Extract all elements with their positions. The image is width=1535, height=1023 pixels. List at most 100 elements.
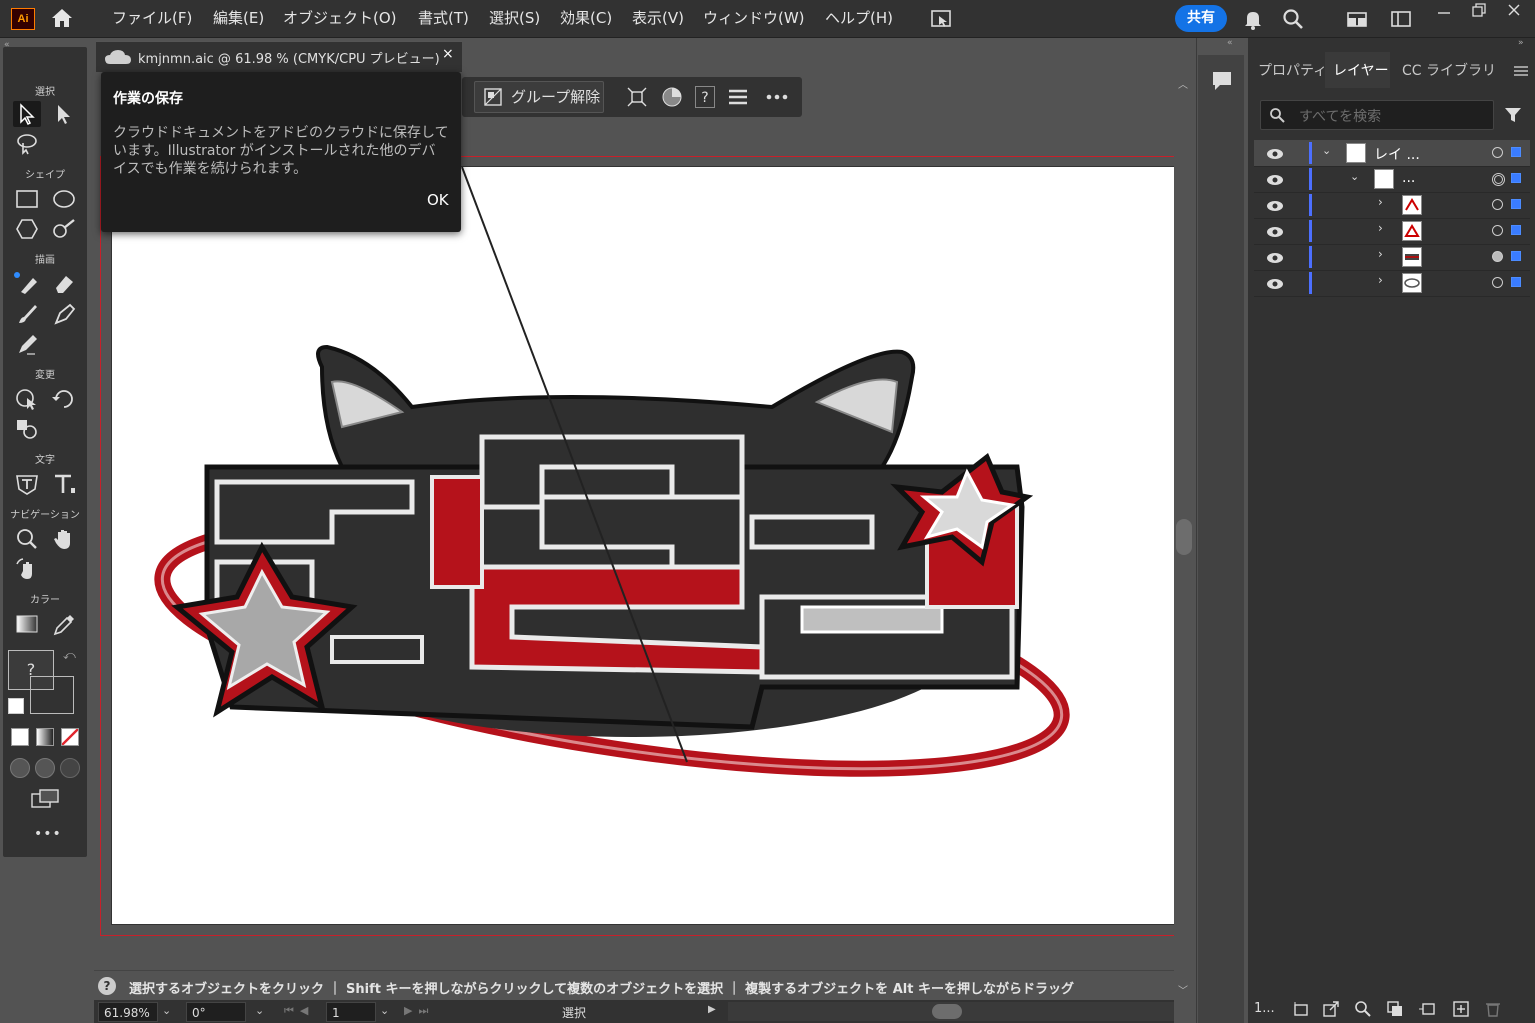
rotation-dropdown-icon[interactable]: ⌄ — [255, 1004, 264, 1017]
delete-icon[interactable] — [1484, 1000, 1502, 1018]
menu-help[interactable]: ヘルプ(H) — [825, 7, 893, 28]
visibility-eye-icon[interactable] — [1266, 198, 1284, 212]
direct-selection-tool-icon[interactable] — [50, 101, 78, 127]
tab-properties[interactable]: プロパティ — [1258, 60, 1327, 80]
paintbrush-tool-icon[interactable] — [13, 301, 41, 327]
group-name[interactable]: ... — [1402, 170, 1415, 186]
workspace-switcher-icon[interactable] — [1390, 8, 1412, 30]
artboard-dropdown-icon[interactable]: ⌄ — [380, 1004, 389, 1017]
arrange-documents-icon[interactable] — [1346, 8, 1368, 30]
visibility-eye-icon[interactable] — [1266, 172, 1284, 186]
edit-toolbar-icon[interactable]: ••• — [34, 826, 62, 842]
share-button[interactable]: 共有 — [1175, 5, 1227, 32]
touch-workspace-icon[interactable] — [930, 8, 952, 30]
visibility-eye-icon[interactable] — [1266, 146, 1284, 160]
screen-mode-icon[interactable] — [30, 788, 60, 810]
properties-menu-icon[interactable] — [727, 86, 749, 108]
layer-row[interactable]: ⌄ レイ ... — [1254, 140, 1530, 167]
puppet-warp-tool-icon[interactable] — [13, 386, 41, 412]
artboard[interactable] — [111, 166, 1175, 925]
menu-window[interactable]: ウィンドウ(W) — [703, 7, 805, 28]
collapse-panel-icon[interactable]: » — [1518, 38, 1524, 48]
search-icon[interactable] — [1282, 8, 1304, 30]
pen-tool-icon[interactable] — [13, 270, 41, 296]
visibility-eye-icon[interactable] — [1266, 224, 1284, 238]
logo-artwork[interactable] — [112, 166, 1175, 924]
selection-indicator[interactable] — [1511, 199, 1521, 209]
export-icon[interactable] — [1322, 1000, 1340, 1018]
selection-indicator[interactable] — [1511, 225, 1521, 235]
expand-dock-icon[interactable]: « — [1227, 38, 1233, 48]
target-circle-icon[interactable] — [1492, 277, 1503, 288]
type-tool-icon[interactable] — [50, 471, 78, 497]
more-options-icon[interactable] — [764, 86, 790, 108]
scroll-down-icon[interactable]: ﹀ — [1178, 982, 1188, 997]
target-circle-icon[interactable] — [1492, 173, 1505, 186]
menu-effect[interactable]: 効果(C) — [560, 7, 612, 28]
shape-builder-tool-icon[interactable] — [13, 416, 41, 442]
stroke-swatch[interactable] — [30, 676, 74, 714]
expand-chevron-icon[interactable]: › — [1378, 273, 1383, 287]
horizontal-scrollbar[interactable] — [728, 1002, 1174, 1021]
rotation-field[interactable]: 0° — [186, 1002, 246, 1022]
new-sublayer-icon[interactable] — [1418, 1000, 1436, 1018]
recolor-icon[interactable] — [661, 86, 683, 108]
visibility-eye-icon[interactable] — [1266, 250, 1284, 264]
zoom-field[interactable]: 61.98% — [98, 1002, 158, 1022]
layer-row[interactable]: › — [1254, 192, 1530, 219]
isolate-icon[interactable] — [626, 86, 648, 108]
none-mode-icon[interactable] — [61, 728, 79, 746]
collapse-chevron-icon[interactable]: ⌄ — [1322, 144, 1331, 157]
visibility-eye-icon[interactable] — [1266, 276, 1284, 290]
hint-help-icon[interactable]: ? — [98, 977, 116, 995]
target-circle-icon[interactable] — [1492, 251, 1503, 262]
ungroup-button[interactable]: グループ解除 — [474, 81, 604, 113]
color-mode-icon[interactable] — [11, 728, 29, 746]
bell-icon[interactable] — [1242, 8, 1264, 30]
pencil-tool-icon[interactable] — [13, 331, 41, 357]
clipping-mask-icon[interactable] — [1386, 1000, 1404, 1018]
filter-icon[interactable] — [1504, 106, 1522, 124]
selection-indicator[interactable] — [1511, 251, 1521, 261]
help-icon[interactable]: ? — [695, 86, 715, 108]
collapse-chevron-icon[interactable]: ⌄ — [1350, 170, 1359, 183]
popover-ok-button[interactable]: OK — [427, 191, 449, 209]
artboard-prev-icons[interactable]: ⏮◀ — [284, 1004, 314, 1018]
target-circle-icon[interactable] — [1492, 199, 1503, 210]
selection-tool-icon[interactable] — [13, 101, 41, 127]
horizontal-scroll-thumb[interactable] — [932, 1004, 962, 1019]
menu-view[interactable]: 表示(V) — [632, 7, 684, 28]
collect-for-export-icon[interactable] — [1292, 1000, 1310, 1018]
layer-row[interactable]: › — [1254, 218, 1530, 245]
rotate-tool-icon[interactable] — [50, 386, 78, 412]
target-circle-icon[interactable] — [1492, 225, 1503, 236]
ellipse-tool-icon[interactable] — [50, 186, 78, 212]
home-icon[interactable] — [50, 8, 74, 28]
close-icon[interactable] — [1506, 2, 1522, 18]
hand-tool-icon[interactable] — [50, 526, 78, 552]
selection-indicator[interactable] — [1511, 277, 1521, 287]
layer-row[interactable]: ⌄ ... — [1254, 166, 1530, 193]
minimize-icon[interactable] — [1436, 2, 1452, 18]
lasso-tool-icon[interactable] — [13, 131, 41, 157]
document-close-icon[interactable]: × — [442, 46, 454, 62]
default-colors-icon[interactable] — [8, 698, 24, 714]
target-circle-icon[interactable] — [1492, 147, 1503, 158]
draw-normal-icon[interactable] — [10, 758, 30, 778]
layer-row[interactable]: › — [1254, 270, 1530, 297]
layer-row[interactable]: › — [1254, 244, 1530, 271]
vertical-scroll-thumb[interactable] — [1176, 519, 1192, 555]
eyedropper-tool-icon[interactable] — [50, 611, 78, 637]
artboard-next-icons[interactable]: ▶⏭ — [404, 1004, 434, 1018]
menu-select[interactable]: 選択(S) — [489, 7, 540, 28]
panel-menu-icon[interactable] — [1514, 62, 1528, 76]
selection-indicator[interactable] — [1511, 173, 1521, 183]
vertical-scrollbar[interactable]: ︿ ﹀ — [1174, 72, 1195, 997]
document-tab[interactable]: kmjnmn.aic @ 61.98 % (CMYK/CPU プレビュー) × — [96, 41, 462, 72]
tab-layers[interactable]: レイヤー — [1333, 60, 1389, 80]
rotate-view-tool-icon[interactable] — [13, 556, 41, 582]
touch-type-tool-icon[interactable] — [13, 471, 41, 497]
swap-colors-icon[interactable]: ⤺ — [63, 648, 76, 663]
gradient-mode-icon[interactable] — [36, 728, 54, 746]
comments-icon[interactable] — [1210, 69, 1234, 93]
